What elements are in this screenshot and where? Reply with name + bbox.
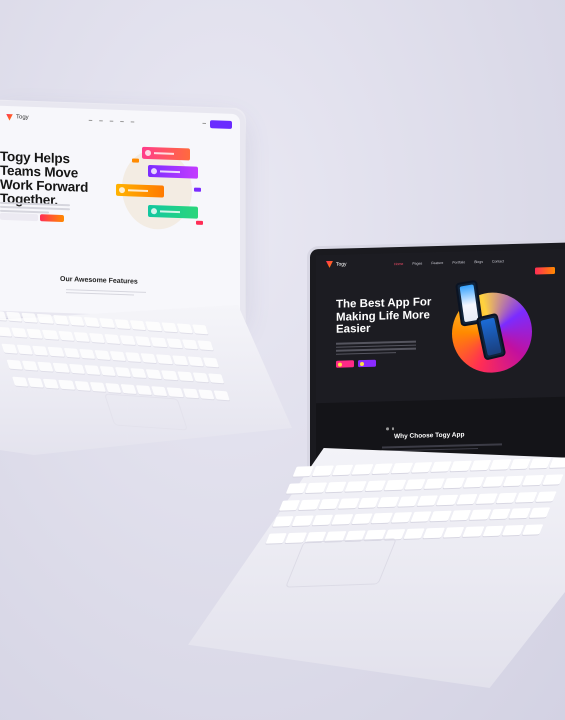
chat-tag xyxy=(194,187,201,192)
right-hero-headline: The Best App For Making Life More Easier xyxy=(336,296,432,336)
togy-logo-icon xyxy=(6,114,13,121)
chat-tag xyxy=(196,220,203,225)
chat-card xyxy=(148,204,198,219)
app-store-button[interactable] xyxy=(336,360,354,368)
slider-dots xyxy=(386,427,394,430)
right-nav-cta-button[interactable] xyxy=(535,267,555,275)
mockup-scene: Togy ▬ ▬ ▬ ▬ ▬ ▬ Togy Helps Teams Move W… xyxy=(0,0,565,720)
left-features-heading: Our Awesome Features xyxy=(60,275,138,286)
left-nav-link[interactable]: ▬ xyxy=(89,118,93,122)
chat-card xyxy=(142,146,190,161)
play-store-button[interactable] xyxy=(358,359,376,368)
right-laptop-screen: Togy Home Pages Feature Portfolio Blogs … xyxy=(316,248,565,478)
right-nav-links: Home Pages Feature Portfolio Blogs Conta… xyxy=(394,259,504,266)
left-nav-login-link[interactable]: ▬ xyxy=(203,121,207,125)
right-site-logo[interactable]: Togy xyxy=(326,260,347,268)
left-nav-link[interactable]: ▬ xyxy=(99,118,103,122)
right-nav-link-pages[interactable]: Pages xyxy=(412,261,422,265)
right-nav-link-home[interactable]: Home xyxy=(394,262,403,266)
left-nav-link[interactable]: ▬ xyxy=(110,119,114,123)
left-features-paragraph xyxy=(66,287,146,297)
right-hero-illustration xyxy=(446,277,556,390)
left-site-logo[interactable]: Togy xyxy=(6,114,29,122)
chat-card xyxy=(116,183,164,198)
right-hero-paragraph xyxy=(336,339,416,357)
right-nav-link-portfolio[interactable]: Portfolio xyxy=(452,260,465,264)
togy-logo-icon xyxy=(326,261,333,268)
right-logo-text: Togy xyxy=(336,260,347,268)
left-laptop-trackpad xyxy=(103,393,189,431)
left-laptop-keyboard xyxy=(0,310,231,406)
right-laptop-keyboard xyxy=(264,457,565,548)
right-nav-link-feature[interactable]: Feature xyxy=(431,261,443,265)
left-hero-email-input[interactable] xyxy=(0,212,38,222)
chat-card xyxy=(148,164,198,179)
right-nav-link-contact[interactable]: Contact xyxy=(492,259,504,263)
left-nav-link[interactable]: ▬ xyxy=(131,119,135,123)
left-laptop-screen: Togy ▬ ▬ ▬ ▬ ▬ ▬ Togy Helps Teams Move W… xyxy=(0,105,240,320)
left-nav-cta-button[interactable] xyxy=(210,120,232,129)
chat-tag xyxy=(132,158,139,163)
left-hero-cta-button[interactable] xyxy=(40,214,64,223)
left-logo-text: Togy xyxy=(16,114,29,121)
right-nav-link-blogs[interactable]: Blogs xyxy=(474,260,483,264)
left-nav-links: ▬ ▬ ▬ ▬ ▬ xyxy=(89,118,135,124)
left-nav-link[interactable]: ▬ xyxy=(120,119,124,123)
left-hero-illustration xyxy=(110,140,210,243)
